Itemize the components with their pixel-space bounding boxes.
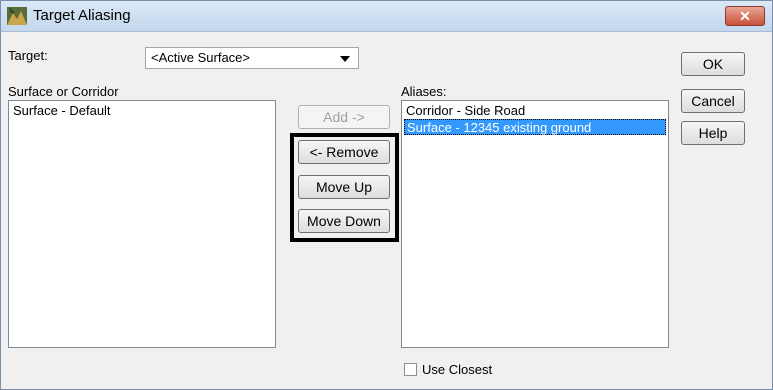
use-closest-checkbox[interactable] <box>404 363 417 376</box>
list-item[interactable]: Surface - Default <box>11 103 273 119</box>
help-button[interactable]: Help <box>681 121 745 145</box>
app-icon <box>7 7 27 25</box>
cancel-button[interactable]: Cancel <box>681 89 745 113</box>
source-list-label: Surface or Corridor <box>8 84 119 99</box>
remove-button[interactable]: <- Remove <box>298 140 390 164</box>
list-item-selected[interactable]: Surface - 12345 existing ground <box>404 119 666 135</box>
ok-button[interactable]: OK <box>681 52 745 76</box>
target-aliasing-dialog: Target Aliasing ✕ Target: <Active Surfac… <box>0 0 773 390</box>
close-button[interactable]: ✕ <box>725 6 765 26</box>
aliases-listbox[interactable]: Corridor - Side Road Surface - 12345 exi… <box>401 100 669 348</box>
target-dropdown[interactable]: <Active Surface> <box>145 47 359 69</box>
add-button[interactable]: Add -> <box>298 105 390 129</box>
title-bar[interactable]: Target Aliasing ✕ <box>1 1 772 32</box>
target-selected-value: <Active Surface> <box>151 50 250 65</box>
list-item[interactable]: Corridor - Side Road <box>404 103 666 119</box>
window-title: Target Aliasing <box>33 7 131 24</box>
target-label: Target: <box>8 48 48 63</box>
aliases-label: Aliases: <box>401 84 447 99</box>
use-closest-label: Use Closest <box>422 362 493 377</box>
chevron-down-icon <box>340 56 350 62</box>
move-down-button[interactable]: Move Down <box>298 209 390 233</box>
source-listbox[interactable]: Surface - Default <box>8 100 276 348</box>
move-up-button[interactable]: Move Up <box>298 175 390 199</box>
close-icon: ✕ <box>739 8 751 24</box>
